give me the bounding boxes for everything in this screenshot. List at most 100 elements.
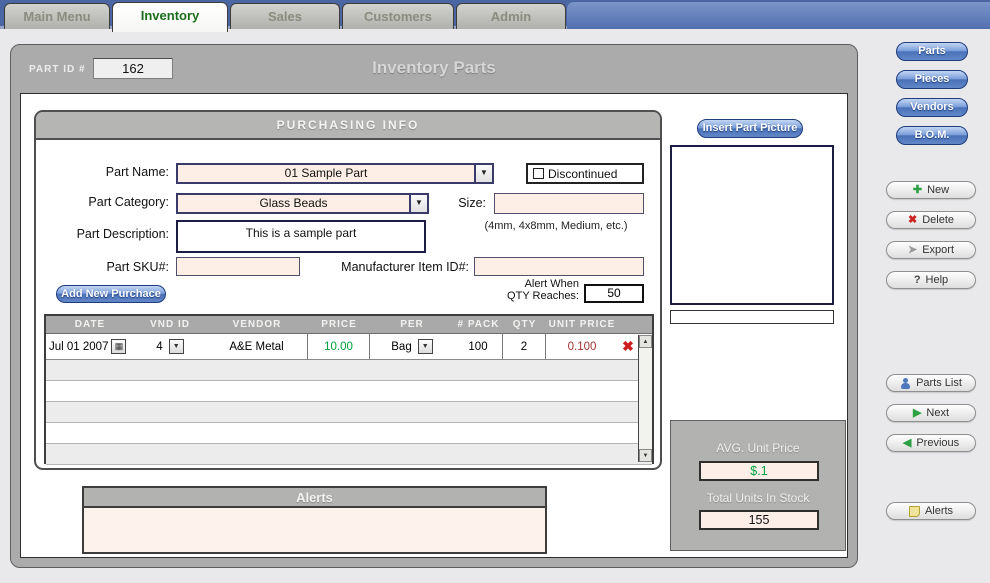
person-icon — [900, 378, 911, 389]
col-vnd-id: VND ID — [134, 316, 206, 333]
bom-button[interactable]: B.O.M. — [896, 126, 968, 145]
delete-button-label: Delete — [922, 214, 954, 226]
next-button-label: Next — [926, 407, 949, 419]
parts-list-button[interactable]: Parts List — [886, 374, 976, 392]
col-per: PER — [370, 316, 454, 333]
previous-button-label: Previous — [916, 437, 959, 449]
chevron-down-icon[interactable]: ▼ — [169, 339, 184, 354]
tab-main-menu[interactable]: Main Menu — [4, 3, 110, 29]
arrow-left-icon: ◀ — [903, 438, 911, 449]
calendar-icon[interactable]: ▦ — [111, 339, 126, 354]
chevron-down-icon[interactable]: ▼ — [409, 195, 427, 212]
delete-button[interactable]: ✖ Delete — [886, 211, 976, 229]
empty-table-row — [46, 381, 652, 402]
stats-box: AVG. Unit Price $.1 Total Units In Stock… — [670, 420, 846, 551]
new-button-label: New — [927, 184, 949, 196]
app-window: Main Menu Inventory Sales Customers Admi… — [0, 0, 990, 583]
tab-sales[interactable]: Sales — [230, 3, 340, 29]
part-sku-field[interactable] — [176, 257, 300, 276]
part-name-label: Part Name: — [46, 165, 169, 179]
empty-table-row — [46, 423, 652, 444]
alerts-content-field[interactable] — [82, 508, 547, 554]
help-button[interactable]: ? Help — [886, 271, 976, 289]
discontinued-checkbox[interactable]: Discontinued — [526, 163, 644, 184]
empty-table-row — [46, 360, 652, 381]
size-hint: (4mm, 4x8mm, Medium, etc.) — [456, 220, 656, 232]
total-units-field: 155 — [699, 510, 819, 530]
chevron-down-icon[interactable]: ▼ — [474, 165, 492, 182]
chevron-down-icon[interactable]: ▼ — [418, 339, 433, 354]
part-sku-label: Part SKU#: — [46, 260, 169, 274]
part-description-field[interactable]: This is a sample part — [176, 220, 426, 253]
pack-cell[interactable]: 100 — [454, 334, 503, 359]
export-button[interactable]: ➤ Export — [886, 241, 976, 259]
tabbar-spacer — [567, 2, 990, 29]
delete-row-icon[interactable]: ✖ — [618, 334, 638, 359]
empty-table-row — [46, 402, 652, 423]
arrow-right-icon: ▶ — [913, 408, 921, 419]
purchases-table-header: DATE VND ID VENDOR PRICE PER # PACK QTY … — [46, 316, 652, 334]
page-title: Inventory Parts — [11, 58, 857, 78]
alert-qty-field[interactable]: 50 — [584, 284, 644, 303]
part-category-label: Part Category: — [46, 195, 169, 209]
purchases-table: DATE VND ID VENDOR PRICE PER # PACK QTY … — [44, 314, 654, 464]
table-row: Jul 01 2007 ▦ 4 ▼ A&E Metal 10.00 Bag ▼ — [46, 334, 652, 360]
avg-unit-price-label: AVG. Unit Price — [671, 441, 845, 455]
total-units-label: Total Units In Stock — [671, 491, 845, 505]
price-cell[interactable]: 10.00 — [308, 334, 370, 359]
checkbox-icon[interactable] — [533, 168, 544, 179]
alert-when-line1: Alert When — [479, 278, 579, 290]
manufacturer-item-label: Manufacturer Item ID#: — [317, 260, 469, 274]
col-price: PRICE — [308, 316, 370, 333]
parts-list-button-label: Parts List — [916, 377, 962, 389]
alerts-button-label: Alerts — [925, 505, 953, 517]
purchasing-info-title: PURCHASING INFO — [36, 112, 660, 140]
part-name-combo[interactable]: 01 Sample Part ▼ — [176, 163, 494, 184]
col-unit-price: UNIT PRICE — [546, 316, 618, 333]
col-vendor: VENDOR — [206, 316, 308, 333]
unit-price-cell[interactable]: 0.100 — [546, 334, 618, 359]
tab-bar: Main Menu Inventory Sales Customers Admi… — [0, 0, 990, 29]
tab-admin[interactable]: Admin — [456, 3, 566, 29]
per-cell[interactable]: Bag ▼ — [370, 334, 454, 359]
col-date: DATE — [46, 316, 134, 333]
col-pack: # PACK — [454, 316, 503, 333]
add-new-purchase-button[interactable]: Add New Purchace — [56, 285, 166, 303]
alert-when-label: Alert When QTY Reaches: — [479, 278, 579, 302]
next-button[interactable]: ▶ Next — [886, 404, 976, 422]
qty-cell[interactable]: 2 — [503, 334, 546, 359]
new-button[interactable]: ✚ New — [886, 181, 976, 199]
purchasing-info-group: PURCHASING INFO Part Name: 01 Sample Par… — [34, 110, 662, 470]
insert-part-picture-button[interactable]: Insert Part Picture — [697, 119, 803, 138]
part-picture-box[interactable] — [670, 145, 834, 305]
main-panel: PART ID # 162 Inventory Parts PURCHASING… — [10, 44, 858, 568]
tab-inventory[interactable]: Inventory — [112, 2, 228, 32]
per-value: Bag — [391, 341, 411, 353]
previous-button[interactable]: ◀ Previous — [886, 434, 976, 452]
alerts-section-title: Alerts — [82, 486, 547, 508]
discontinued-label: Discontinued — [548, 167, 617, 181]
col-qty: QTY — [503, 316, 546, 333]
tab-customers[interactable]: Customers — [342, 3, 454, 29]
purchase-date-cell[interactable]: Jul 01 2007 ▦ — [46, 334, 134, 359]
purchase-date-value: Jul 01 2007 — [49, 341, 108, 353]
scroll-down-icon[interactable]: ▼ — [639, 449, 652, 462]
parts-button[interactable]: Parts — [896, 42, 968, 61]
vendors-button[interactable]: Vendors — [896, 98, 968, 117]
alert-when-line2: QTY Reaches: — [479, 290, 579, 302]
scroll-up-icon[interactable]: ▲ — [639, 335, 652, 348]
alerts-button[interactable]: Alerts — [886, 502, 976, 520]
delete-x-icon: ✖ — [908, 215, 917, 226]
vendor-cell[interactable]: A&E Metal — [206, 334, 308, 359]
export-button-label: Export — [922, 244, 954, 256]
part-category-combo[interactable]: Glass Beads ▼ — [176, 193, 429, 214]
picture-caption-field[interactable] — [670, 310, 834, 324]
table-scrollbar[interactable]: ▲ ▼ — [638, 335, 652, 462]
vnd-id-cell[interactable]: 4 ▼ — [134, 334, 206, 359]
manufacturer-item-field[interactable] — [474, 257, 644, 276]
note-icon — [909, 506, 920, 517]
pieces-button[interactable]: Pieces — [896, 70, 968, 89]
size-field[interactable] — [494, 193, 644, 214]
avg-unit-price-field: $.1 — [699, 461, 819, 481]
question-icon: ? — [914, 275, 921, 286]
